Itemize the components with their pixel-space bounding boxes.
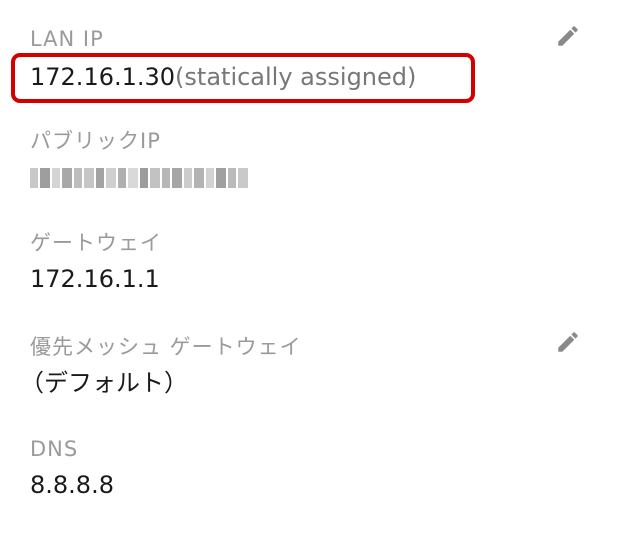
lan-ip-edit-button[interactable] bbox=[553, 21, 583, 51]
public-ip-label: パブリックIP bbox=[30, 129, 161, 153]
gateway-value: 172.16.1.1 bbox=[30, 265, 160, 293]
public-ip-field: パブリックIP bbox=[30, 128, 592, 188]
pencil-icon bbox=[558, 332, 578, 352]
gateway-label: ゲートウェイ bbox=[30, 231, 162, 255]
dns-field: DNS 8.8.8.8 bbox=[30, 436, 592, 500]
lan-ip-highlight-box bbox=[11, 53, 475, 103]
preferred-mesh-gateway-edit-button[interactable] bbox=[553, 327, 583, 357]
dns-label: DNS bbox=[30, 437, 79, 461]
preferred-mesh-gateway-value: （デフォルト） bbox=[20, 369, 188, 397]
preferred-mesh-gateway-label: 優先メッシュ ゲートウェイ bbox=[30, 335, 302, 359]
preferred-mesh-gateway-field: 優先メッシュ ゲートウェイ （デフォルト） bbox=[20, 334, 592, 398]
gateway-field: ゲートウェイ 172.16.1.1 bbox=[30, 230, 592, 294]
pencil-icon bbox=[558, 26, 578, 46]
dns-value: 8.8.8.8 bbox=[30, 471, 114, 499]
public-ip-redacted-value bbox=[30, 168, 592, 188]
lan-ip-label: LAN IP bbox=[30, 27, 104, 51]
